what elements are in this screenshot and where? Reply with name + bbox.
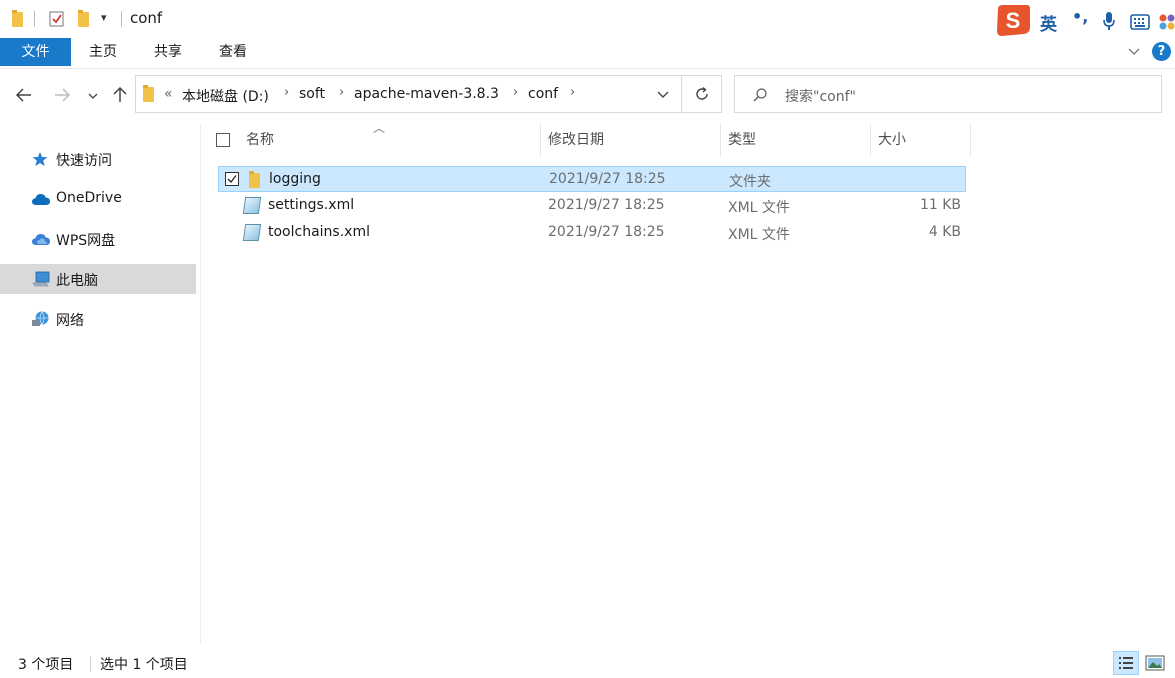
help-icon[interactable]: ?	[1152, 42, 1171, 61]
breadcrumb-overflow[interactable]: «	[164, 86, 173, 102]
network-icon	[31, 311, 49, 327]
microphone-icon[interactable]	[1102, 11, 1116, 31]
file-row-logging[interactable]: logging 2021/9/27 18:25 文件夹	[218, 166, 966, 192]
status-bar: 3 个项目 选中 1 个项目	[0, 650, 1175, 678]
sogou-logo-icon[interactable]: S	[994, 3, 1032, 37]
title-bar: ▾ conf S 英 •,	[0, 0, 1175, 38]
sidebar-item-wps-drive[interactable]: WPS网盘	[0, 224, 196, 254]
column-header-date[interactable]: 修改日期	[548, 124, 604, 156]
column-divider[interactable]	[720, 124, 721, 156]
tab-home[interactable]: 主页	[80, 38, 126, 66]
navigation-pane: 快速访问 OneDrive WPS网盘 此电脑 网络	[0, 124, 201, 644]
file-name: toolchains.xml	[268, 224, 370, 240]
ribbon-expand-icon[interactable]	[1127, 44, 1141, 58]
sidebar-item-label: 网络	[56, 313, 84, 329]
file-date: 2021/9/27 18:25	[548, 197, 665, 213]
file-type: XML 文件	[728, 227, 790, 243]
details-view-button[interactable]	[1113, 651, 1139, 675]
file-size: 11 KB	[919, 197, 961, 213]
sidebar-item-this-pc[interactable]: 此电脑	[0, 264, 196, 294]
sidebar-item-onedrive[interactable]: OneDrive	[0, 184, 196, 214]
xml-file-icon	[242, 224, 262, 241]
column-header-size[interactable]: 大小	[878, 124, 906, 156]
file-name: logging	[269, 171, 321, 187]
sidebar-item-label: 此电脑	[56, 273, 98, 289]
properties-icon[interactable]	[49, 10, 65, 27]
wps-cloud-icon	[31, 231, 50, 247]
sidebar-item-quick-access[interactable]: 快速访问	[0, 144, 196, 174]
back-button[interactable]	[12, 82, 36, 108]
select-all-checkbox[interactable]	[216, 133, 230, 147]
column-header-name[interactable]: 名称	[246, 124, 274, 156]
search-placeholder: 搜索"conf"	[785, 89, 856, 105]
up-button[interactable]	[108, 82, 132, 108]
search-icon	[752, 87, 768, 103]
folder-icon	[249, 171, 260, 188]
selection-count: 选中 1 个项目	[100, 657, 188, 673]
address-bar[interactable]: « 本地磁盘 (D:) › soft › apache-maven-3.8.3 …	[135, 75, 682, 113]
tab-view[interactable]: 查看	[210, 38, 256, 66]
forward-button[interactable]	[50, 82, 74, 108]
quick-access-dropdown-icon[interactable]: ▾	[101, 11, 107, 24]
file-row-settings[interactable]: settings.xml 2021/9/27 18:25 XML 文件 11 K…	[218, 193, 966, 219]
keyboard-icon[interactable]	[1130, 14, 1150, 30]
chevron-right-icon[interactable]: ›	[339, 85, 344, 100]
search-box[interactable]: 搜索"conf"	[734, 75, 1162, 113]
file-name: settings.xml	[268, 197, 355, 213]
address-dropdown-icon[interactable]	[656, 89, 670, 101]
sidebar-item-label: WPS网盘	[56, 233, 116, 249]
star-icon	[31, 151, 49, 167]
folder-icon	[12, 10, 23, 27]
sidebar-item-network[interactable]: 网络	[0, 304, 196, 334]
row-checkbox[interactable]	[225, 172, 239, 186]
chevron-right-icon[interactable]: ›	[284, 85, 289, 100]
breadcrumb-maven[interactable]: apache-maven-3.8.3	[354, 86, 499, 102]
column-header-type[interactable]: 类型	[728, 124, 756, 156]
ribbon: 文件 主页 共享 查看 ?	[0, 38, 1175, 69]
ime-toolbar: S 英 •,	[992, 0, 1175, 38]
skin-icon[interactable]	[1159, 14, 1175, 30]
breadcrumb-conf[interactable]: conf	[528, 86, 558, 102]
ime-mode-toggle[interactable]: 英	[1040, 10, 1057, 35]
svg-text:S: S	[1006, 8, 1021, 33]
file-size: 4 KB	[928, 224, 961, 240]
divider	[34, 11, 35, 27]
sort-ascending-icon: ︿	[373, 121, 386, 135]
ime-punct-toggle[interactable]: •,	[1072, 7, 1088, 26]
file-row-toolchains[interactable]: toolchains.xml 2021/9/27 18:25 XML 文件 4 …	[218, 220, 966, 246]
chevron-right-icon[interactable]: ›	[570, 85, 575, 100]
column-divider[interactable]	[540, 124, 541, 156]
recent-locations-button[interactable]	[84, 82, 102, 108]
file-date: 2021/9/27 18:25	[549, 171, 666, 187]
computer-icon	[31, 271, 50, 287]
large-icons-view-button[interactable]	[1145, 654, 1165, 672]
tab-share[interactable]: 共享	[145, 38, 191, 66]
file-type: 文件夹	[729, 174, 771, 190]
divider	[121, 11, 122, 27]
window-title: conf	[130, 9, 163, 27]
file-type: XML 文件	[728, 200, 790, 216]
tab-file[interactable]: 文件	[0, 38, 71, 66]
new-folder-icon[interactable]	[78, 10, 89, 27]
chevron-right-icon[interactable]: ›	[513, 85, 518, 100]
sidebar-item-label: 快速访问	[56, 153, 112, 169]
file-date: 2021/9/27 18:25	[548, 224, 665, 240]
refresh-button[interactable]	[682, 75, 722, 113]
item-count: 3 个项目	[18, 657, 74, 673]
sidebar-item-label: OneDrive	[56, 190, 122, 206]
breadcrumb-drive[interactable]: 本地磁盘 (D:)	[182, 86, 269, 106]
xml-file-icon	[242, 197, 262, 214]
column-divider[interactable]	[970, 124, 971, 156]
divider	[90, 656, 91, 672]
breadcrumb-soft[interactable]: soft	[299, 86, 325, 102]
column-divider[interactable]	[870, 124, 871, 156]
cloud-icon	[31, 191, 50, 207]
folder-icon	[143, 85, 154, 102]
